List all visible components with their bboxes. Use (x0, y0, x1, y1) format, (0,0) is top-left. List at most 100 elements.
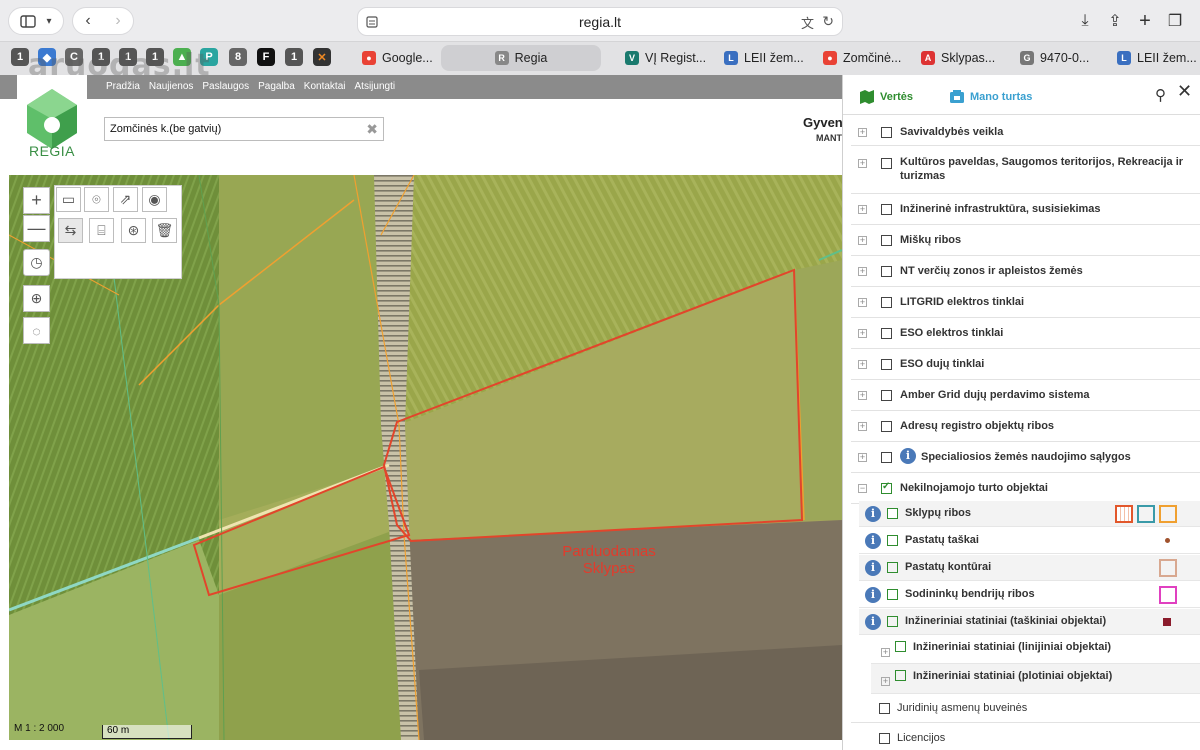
expand-icon[interactable]: + (858, 422, 867, 431)
expand-icon[interactable]: + (858, 205, 867, 214)
layer-checkbox[interactable] (881, 235, 892, 246)
layer-checkbox[interactable] (881, 390, 892, 401)
layer-checkbox[interactable] (881, 481, 892, 494)
sublayer-checkbox[interactable] (887, 535, 898, 546)
regia-logo[interactable]: REGIA (17, 75, 87, 175)
lasso-icon[interactable]: ◌ (23, 317, 50, 344)
info-icon[interactable]: i (865, 533, 881, 549)
info-icon[interactable]: i (865, 614, 881, 630)
nav-logout[interactable]: Atsijungti (355, 81, 396, 92)
layer-row[interactable]: + Adresų registro objektų ribos (851, 411, 1200, 442)
sublayer-row[interactable]: + Inžineriniai statiniai (linijiniai obje… (871, 636, 1200, 664)
tab-values[interactable]: Vertės (859, 89, 913, 105)
expand-icon[interactable]: + (858, 267, 867, 276)
tab[interactable]: L LEII žem... (724, 45, 814, 71)
layer-row[interactable]: + Kultūros paveldas, Saugomos teritorijos… (851, 146, 1200, 194)
pinned-tab[interactable]: 1 (11, 48, 29, 66)
address-bar[interactable]: regia.lt 文 ↻ (357, 7, 843, 36)
new-tab-icon[interactable]: + (1132, 8, 1158, 34)
expand-icon[interactable]: + (858, 128, 867, 137)
layer-checkbox[interactable] (881, 297, 892, 308)
expand-icon[interactable]: + (881, 677, 890, 686)
map-view[interactable]: + — ▭ ⌾ ⇗ ◉ ⇆ ⌸ ⊛ 🗑 ◷ ⊕ ◌ Parduodamas Sk… (9, 175, 842, 740)
layer-checkbox[interactable] (881, 328, 892, 339)
clear-search-icon[interactable]: ✖ (366, 121, 378, 138)
layer-checkbox[interactable] (881, 359, 892, 370)
pinned-tab[interactable]: F (257, 48, 275, 66)
translate-icon[interactable]: 文 (801, 13, 814, 32)
info-icon[interactable]: i (865, 587, 881, 603)
measure-area-icon[interactable]: ⌸ (89, 218, 114, 243)
pinned-tab[interactable]: 1 (285, 48, 303, 66)
tab-my-property[interactable]: Mano turtas (949, 89, 1032, 105)
nav-news[interactable]: Naujienos (149, 81, 193, 92)
expand-icon[interactable]: + (858, 236, 867, 245)
sublayer-checkbox[interactable] (895, 641, 906, 652)
info-icon[interactable]: i (865, 506, 881, 522)
share-icon[interactable]: ⇪ (1102, 8, 1128, 34)
layer-checkbox[interactable] (881, 421, 892, 432)
trash-icon[interactable]: 🗑 (152, 218, 177, 243)
layer-row[interactable]: − Nekilnojamojo turto objektai (851, 473, 1200, 504)
layer-row[interactable]: + ESO elektros tinklai (851, 318, 1200, 349)
tab-overview-icon[interactable]: ❐ (1162, 8, 1188, 34)
layer-checkbox[interactable] (881, 204, 892, 215)
export-icon[interactable]: ⇗ (113, 187, 138, 212)
sublayer-checkbox[interactable] (887, 589, 898, 600)
target-icon[interactable]: ◉ (142, 187, 167, 212)
ruler-icon[interactable]: ▭ (56, 187, 81, 212)
reload-icon[interactable]: ↻ (822, 13, 834, 30)
expand-icon[interactable]: + (858, 159, 867, 168)
expand-icon[interactable]: + (881, 648, 890, 657)
sublayer-row[interactable]: i Pastatų kontūrai (859, 555, 1200, 581)
layer-row[interactable]: + Inžinerinė infrastruktūra, susisiekimas (851, 194, 1200, 225)
sublayer-checkbox[interactable] (895, 670, 906, 681)
locate-search-icon[interactable]: ⊛ (121, 218, 146, 243)
layer-checkbox[interactable] (881, 158, 892, 169)
sublayer-checkbox[interactable] (887, 616, 898, 627)
layer-checkbox[interactable] (881, 452, 892, 463)
sublayer-checkbox[interactable] (887, 562, 898, 573)
expand-icon[interactable]: + (858, 391, 867, 400)
pin-off-icon[interactable]: ⚲ (1155, 86, 1166, 104)
crosshair-icon[interactable]: ⊕ (23, 285, 50, 312)
measure-distance-icon[interactable]: ⇆ (58, 218, 83, 243)
tab[interactable]: L LEII žem... (1117, 45, 1200, 71)
expand-icon[interactable]: + (858, 360, 867, 369)
expand-icon[interactable]: + (858, 329, 867, 338)
info-icon[interactable]: i (900, 448, 916, 464)
layer-row[interactable]: + Amber Grid dujų perdavimo sistema (851, 380, 1200, 411)
address-search-input[interactable]: Zomčinės k.(be gatvių) ✖ (104, 117, 384, 141)
pin-icon[interactable]: ⌾ (84, 187, 109, 212)
layer-row[interactable]: + ESO dujų tinklai (851, 349, 1200, 380)
layer-row[interactable]: + Miškų ribos (851, 225, 1200, 256)
back-button[interactable]: ‹ (73, 12, 103, 30)
sidebar-toggle-button[interactable]: ▾ (8, 7, 64, 35)
collapse-icon[interactable]: − (858, 484, 867, 493)
nav-help[interactable]: Pagalba (258, 81, 295, 92)
tab[interactable]: G 9470-0... (1020, 45, 1110, 71)
sublayer-checkbox[interactable] (887, 508, 898, 519)
downloads-icon[interactable]: ⤓ (1072, 8, 1098, 34)
tab[interactable]: V VĮ Regist... (625, 45, 715, 71)
tab[interactable]: A Sklypas... (921, 45, 1011, 71)
layer-row[interactable]: + i Specialiosios žemės naudojimo sąlygos (851, 442, 1200, 473)
compass-icon[interactable]: ◷ (23, 249, 50, 276)
sublayer-row[interactable]: i Pastatų taškai (859, 528, 1200, 554)
layer-row[interactable]: + LITGRID elektros tinklai (851, 287, 1200, 318)
forward-button[interactable]: › (103, 12, 133, 30)
pinned-tab[interactable]: ✕ (313, 48, 331, 66)
sublayer-row[interactable]: i Inžineriniai statiniai (taškiniai objek… (859, 609, 1200, 635)
layer-checkbox[interactable] (881, 266, 892, 277)
tab[interactable]: ● Zomčinė... (823, 45, 913, 71)
nav-services[interactable]: Paslaugos (202, 81, 249, 92)
nav-home[interactable]: Pradžia (106, 81, 140, 92)
layer-checkbox[interactable] (881, 127, 892, 138)
layer-checkbox[interactable] (879, 703, 890, 714)
sublayer-row[interactable]: i Sklypų ribos (859, 501, 1200, 527)
zoom-in-button[interactable]: + (23, 187, 50, 214)
info-icon[interactable]: i (865, 560, 881, 576)
layer-row[interactable]: Juridinių asmenų buveinės (851, 694, 1200, 723)
sublayer-row[interactable]: + Inžineriniai statiniai (plotiniai objek… (871, 664, 1200, 694)
sublayer-row[interactable]: i Sodininkų bendrijų ribos (859, 582, 1200, 608)
